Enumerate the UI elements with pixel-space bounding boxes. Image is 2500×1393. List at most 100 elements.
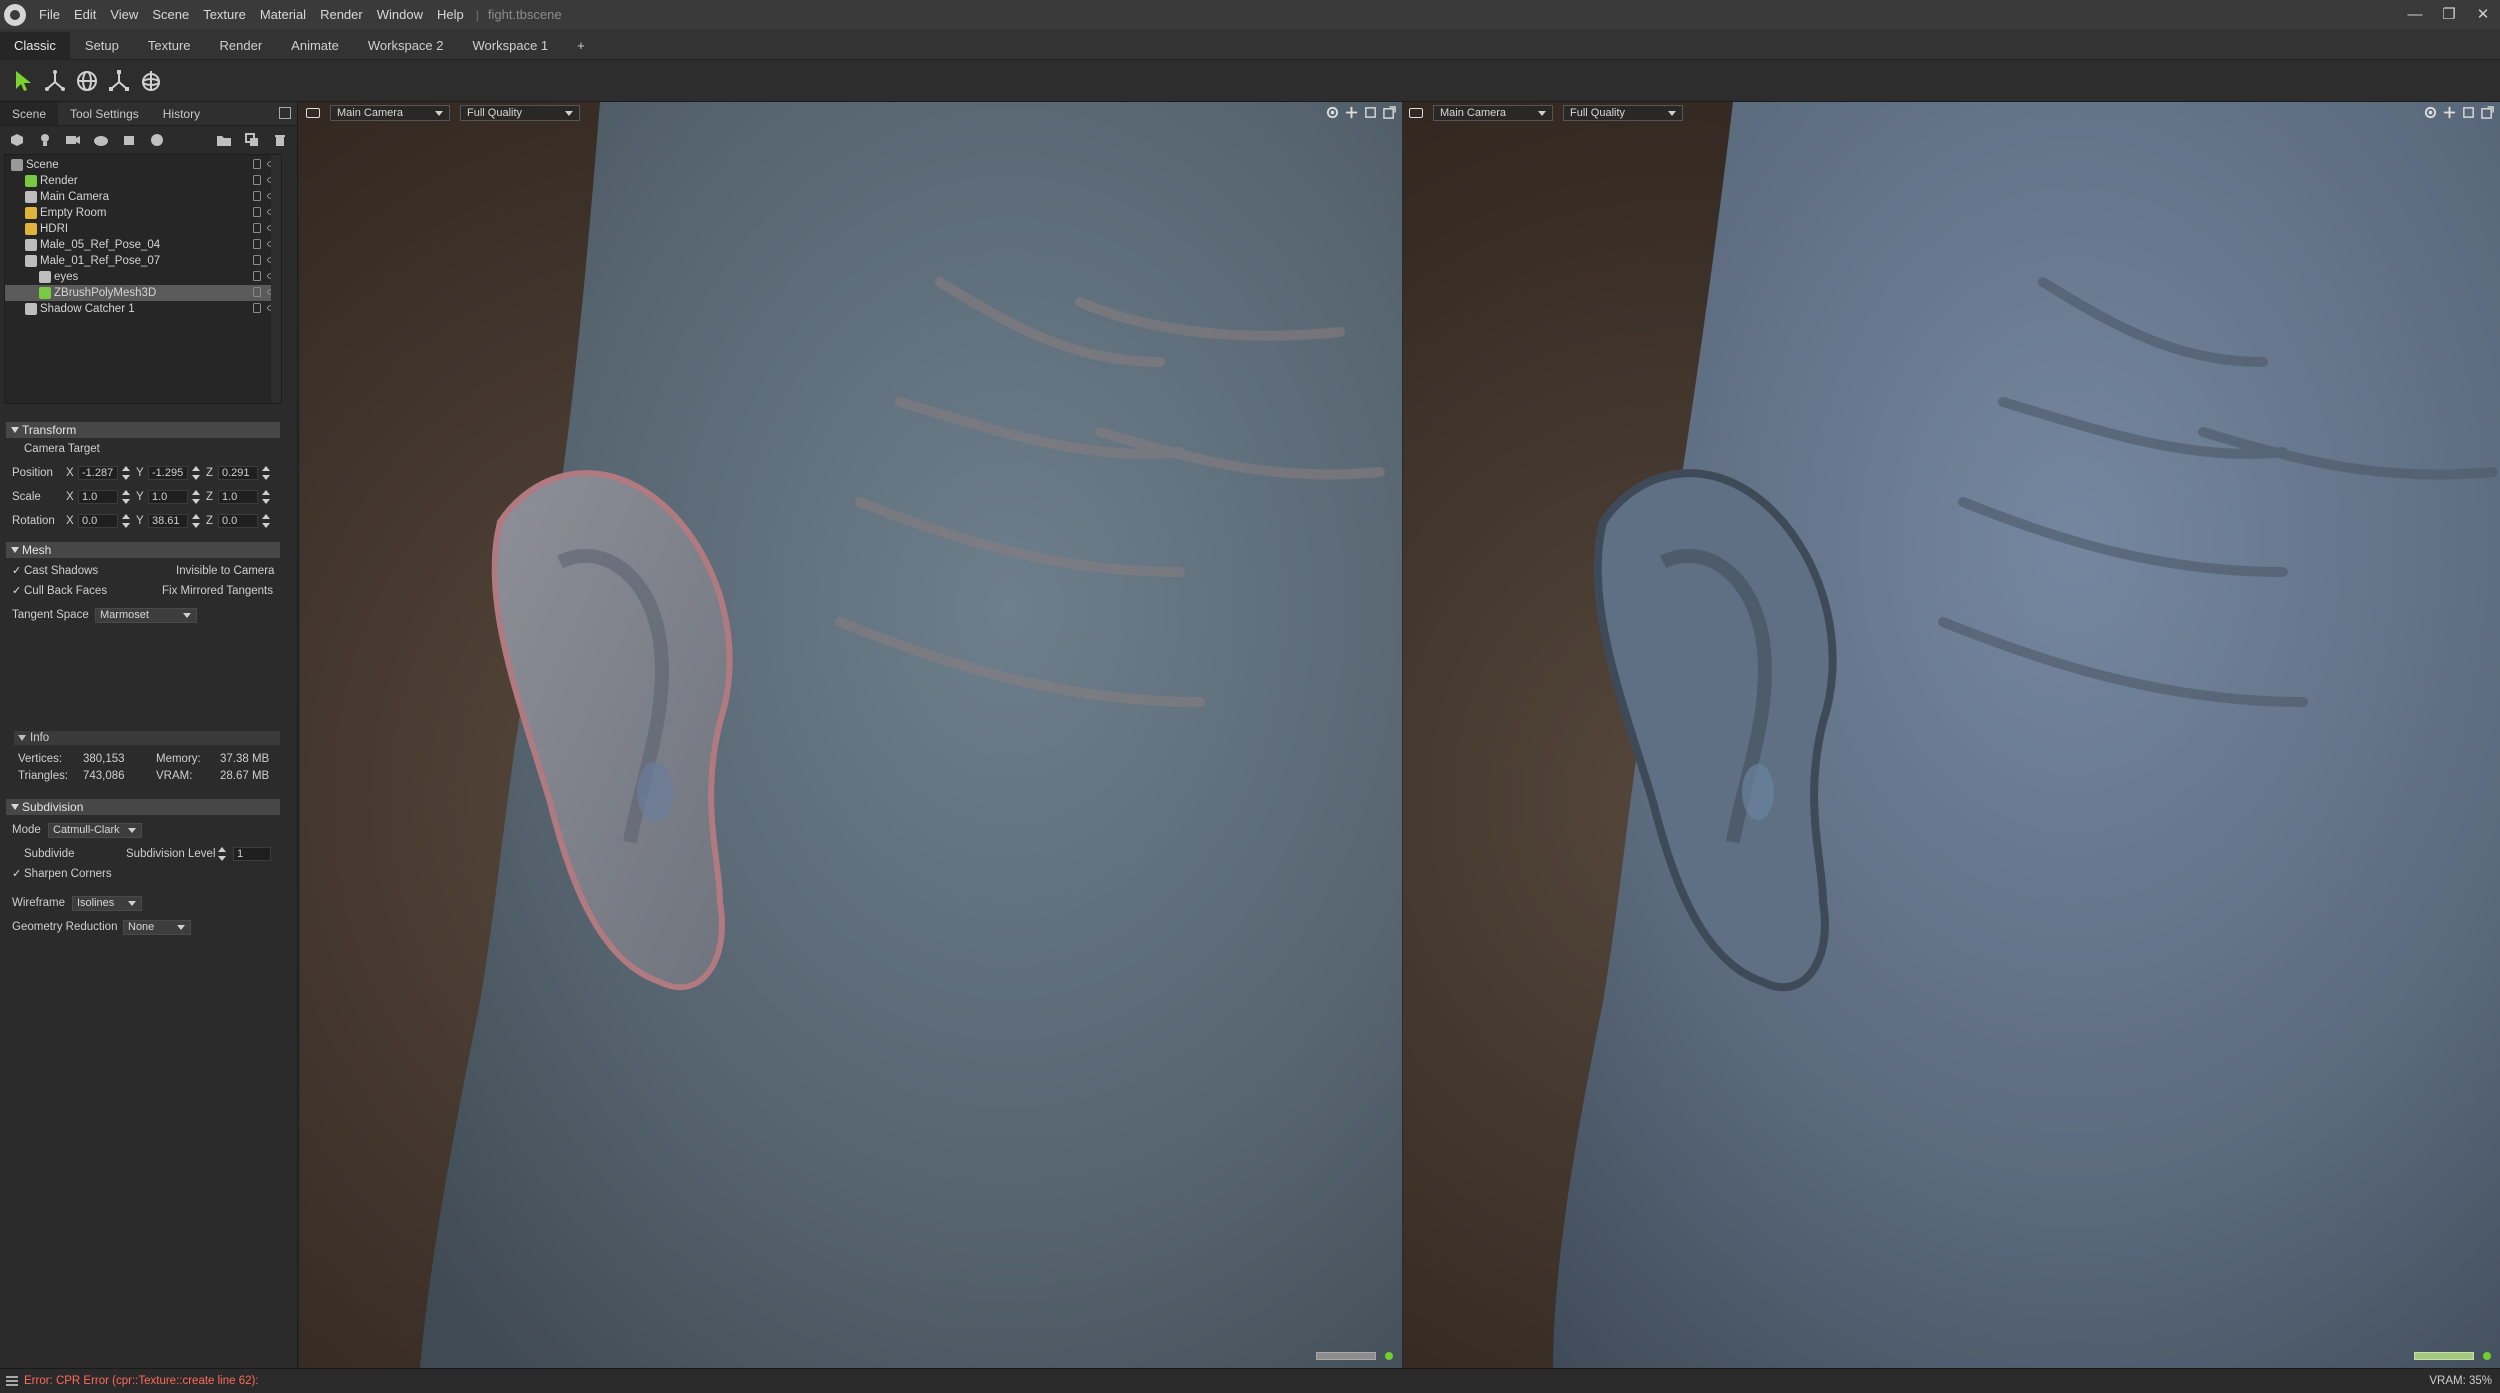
mesh-header[interactable]: Mesh (6, 542, 280, 558)
right-camera-select[interactable]: Main Camera (1433, 105, 1553, 121)
mode-select[interactable]: Catmull-Clark (48, 823, 142, 838)
tab-classic[interactable]: Classic (0, 32, 70, 59)
frame-icon[interactable] (1364, 106, 1377, 119)
add-material-icon[interactable] (148, 132, 166, 148)
tree-item[interactable]: Male_01_Ref_Pose_07 (5, 253, 281, 269)
right-quality-select[interactable]: Full Quality (1563, 105, 1683, 121)
lock-icon[interactable] (253, 303, 261, 313)
move-icon[interactable] (1345, 106, 1358, 119)
move-icon[interactable] (2443, 106, 2456, 119)
position-x-field[interactable]: -1.287 (78, 466, 118, 480)
add-shape-icon[interactable] (120, 132, 138, 148)
add-light-icon[interactable] (36, 132, 54, 148)
position-z-stepper[interactable] (262, 466, 270, 480)
lock-icon[interactable] (253, 271, 261, 281)
tree-item[interactable]: ZBrushPolyMesh3D (5, 285, 281, 301)
maximize-icon[interactable] (1383, 106, 1396, 119)
viewport-left[interactable]: Main Camera Full Quality (300, 102, 1402, 1368)
lock-icon[interactable] (253, 159, 261, 169)
tab-scene[interactable]: Scene (0, 102, 59, 125)
menu-view[interactable]: View (103, 0, 145, 29)
rotation-y-stepper[interactable] (192, 514, 200, 528)
cull-back-faces-checkbox[interactable]: ✓ (12, 586, 22, 597)
tab-texture[interactable]: Texture (133, 32, 205, 59)
menu-texture[interactable]: Texture (196, 0, 253, 29)
lock-icon[interactable] (253, 239, 261, 249)
tree-item[interactable]: Main Camera (5, 189, 281, 205)
tab-animate[interactable]: Animate (277, 32, 353, 59)
lock-icon[interactable] (253, 255, 261, 265)
invisible-to-camera-checkbox[interactable] (164, 566, 174, 576)
rotation-x-stepper[interactable] (122, 514, 130, 528)
lock-icon[interactable] (253, 207, 261, 217)
tree-item[interactable]: Render (5, 173, 281, 189)
cast-shadows-checkbox[interactable]: ✓ (12, 566, 22, 577)
scale-gizmo-icon[interactable] (104, 66, 134, 96)
scale-y-stepper[interactable] (192, 490, 200, 504)
status-error-message[interactable]: Error: CPR Error (cpr::Texture::create l… (24, 1375, 259, 1387)
add-workspace-button[interactable]: + (563, 32, 599, 59)
tab-history[interactable]: History (151, 102, 212, 125)
camera-target-label[interactable]: Camera Target (24, 443, 100, 455)
scale-z-field[interactable]: 1.0 (218, 490, 258, 504)
lock-icon[interactable] (253, 223, 261, 233)
tree-item[interactable]: Male_05_Ref_Pose_04 (5, 237, 281, 253)
geometry-reduction-select[interactable]: None (123, 920, 191, 935)
lock-icon[interactable] (253, 287, 261, 297)
menu-window[interactable]: Window (370, 0, 430, 29)
tree-scrollbar[interactable] (271, 155, 281, 403)
scale-x-stepper[interactable] (122, 490, 130, 504)
scale-x-field[interactable]: 1.0 (78, 490, 118, 504)
duplicate-icon[interactable] (243, 132, 261, 148)
tab-workspace-2[interactable]: Workspace 2 (353, 32, 458, 59)
maximize-button[interactable]: ❐ (2432, 0, 2466, 29)
frame-icon[interactable] (2462, 106, 2475, 119)
menu-help[interactable]: Help (430, 0, 471, 29)
left-quality-select[interactable]: Full Quality (460, 105, 580, 121)
position-z-field[interactable]: 0.291 (218, 466, 258, 480)
folder-icon[interactable] (215, 132, 233, 148)
tab-render[interactable]: Render (205, 32, 277, 59)
close-button[interactable]: ✕ (2466, 0, 2500, 29)
menu-material[interactable]: Material (253, 0, 313, 29)
lock-icon[interactable] (253, 175, 261, 185)
add-sky-icon[interactable] (92, 132, 110, 148)
select-arrow-icon[interactable] (8, 66, 38, 96)
fix-mirrored-tangents-checkbox[interactable] (152, 586, 162, 596)
gear-icon[interactable] (1326, 106, 1339, 119)
menu-edit[interactable]: Edit (67, 0, 103, 29)
log-icon[interactable] (6, 1376, 18, 1386)
add-camera-icon[interactable] (64, 132, 82, 148)
subdivision-header[interactable]: Subdivision (6, 799, 280, 815)
tree-item[interactable]: HDRI (5, 221, 281, 237)
lock-icon[interactable] (253, 191, 261, 201)
menu-render[interactable]: Render (313, 0, 370, 29)
tree-item[interactable]: Scene (5, 157, 281, 173)
gear-icon[interactable] (2424, 106, 2437, 119)
sharpen-corners-checkbox[interactable]: ✓ (12, 869, 22, 880)
tree-item[interactable]: eyes (5, 269, 281, 285)
menu-scene[interactable]: Scene (145, 0, 196, 29)
scale-y-field[interactable]: 1.0 (148, 490, 188, 504)
tab-workspace-1[interactable]: Workspace 1 (458, 32, 563, 59)
rotate-gizmo-icon[interactable] (72, 66, 102, 96)
delete-icon[interactable] (271, 132, 289, 148)
move-gizmo-icon[interactable] (40, 66, 70, 96)
tree-item[interactable]: Empty Room (5, 205, 281, 221)
tangent-space-select[interactable]: Marmoset (95, 608, 197, 623)
rotation-x-field[interactable]: 0.0 (78, 514, 118, 528)
tab-tool-settings[interactable]: Tool Settings (58, 102, 151, 125)
rotation-y-field[interactable]: 38.61 (148, 514, 188, 528)
subdivision-level-stepper[interactable] (218, 847, 226, 861)
left-camera-select[interactable]: Main Camera (330, 105, 450, 121)
rotation-z-field[interactable]: 0.0 (218, 514, 258, 528)
position-y-field[interactable]: -1.295 (148, 466, 188, 480)
tree-item[interactable]: Shadow Catcher 1 (5, 301, 281, 317)
position-y-stepper[interactable] (192, 466, 200, 480)
subdivision-level-field[interactable]: 1 (233, 847, 271, 861)
minimize-button[interactable]: — (2398, 0, 2432, 29)
transform-header[interactable]: Transform (6, 422, 280, 438)
menu-file[interactable]: File (32, 0, 67, 29)
add-object-icon[interactable] (8, 132, 26, 148)
position-x-stepper[interactable] (122, 466, 130, 480)
